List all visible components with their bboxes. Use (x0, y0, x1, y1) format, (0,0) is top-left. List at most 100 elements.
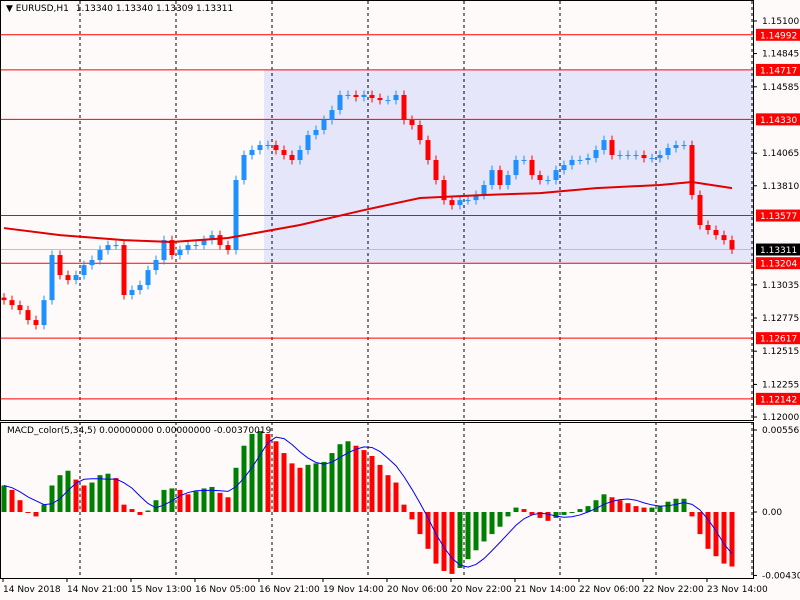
candle (65, 270, 71, 285)
macd-pane-frame (0, 422, 754, 579)
candle-body (417, 124, 423, 141)
time-tick-label: 14 Nov 21:00 (67, 585, 128, 595)
macd-tick-label: 0.005565 (762, 426, 800, 436)
candle (257, 140, 263, 155)
rectangle-zone (264, 69, 753, 264)
candle-body (385, 100, 391, 102)
candle-body (233, 180, 239, 251)
macd-histogram-bar (513, 507, 519, 512)
macd-histogram-bar (225, 497, 231, 512)
level-price-label: 1.12142 (760, 395, 797, 405)
macd-histogram-bar (113, 478, 119, 512)
candle (89, 255, 95, 270)
candle (17, 300, 23, 315)
macd-histogram-bar (177, 489, 183, 512)
macd-histogram-bar (473, 512, 479, 551)
candle (193, 240, 199, 250)
candle-body (289, 155, 295, 160)
candle-body (457, 200, 463, 206)
price-tick-label: 1.14585 (762, 83, 799, 93)
macd-histogram-bar (673, 498, 679, 512)
macd-histogram-bar (625, 503, 631, 512)
candle-body (161, 240, 167, 261)
candle (129, 285, 135, 300)
macd-histogram-bar (233, 467, 239, 512)
macd-histogram-bar (153, 500, 159, 512)
macd-histogram-bar (657, 506, 663, 512)
time-tick-label: 14 Nov 2018 (3, 585, 61, 595)
candle-body (305, 135, 311, 151)
candle-body (177, 250, 183, 256)
candle (145, 265, 151, 290)
candle-body (681, 145, 687, 147)
candle (41, 295, 47, 330)
candle-body (9, 300, 15, 306)
candle (25, 305, 31, 325)
candle-body (217, 235, 223, 246)
candle-body (433, 159, 439, 181)
macd-histogram-bar (161, 489, 167, 512)
candle-body (713, 229, 719, 236)
candle-body (113, 245, 119, 247)
candle-body (569, 159, 575, 166)
price-tick-label: 1.14065 (762, 149, 799, 159)
macd-histogram-bar (521, 509, 527, 512)
macd-histogram-bar (305, 464, 311, 512)
macd-histogram-bar (201, 488, 207, 512)
candle-body (449, 200, 455, 206)
candle-body (145, 270, 151, 286)
time-tick-label: 16 Nov 21:00 (259, 585, 320, 595)
time-tick-label: 22 Nov 22:00 (643, 585, 704, 595)
macd-histogram-bar (297, 467, 303, 512)
macd-histogram-bar (497, 512, 503, 527)
macd-histogram-bar (649, 507, 655, 512)
candle-body (481, 185, 487, 195)
level-price-label: 1.14330 (760, 116, 797, 126)
candle-body (265, 145, 271, 147)
candle (689, 140, 695, 200)
candle (401, 90, 407, 125)
macd-histogram-bar (57, 475, 63, 512)
candle-body (529, 159, 535, 176)
macd-histogram-bar (577, 509, 583, 512)
macd-histogram-bar (401, 504, 407, 512)
level-price-label: 1.14992 (760, 31, 797, 41)
macd-histogram-bar (145, 510, 151, 512)
candle (105, 240, 111, 255)
candle-body (361, 94, 367, 98)
macd-histogram-bar (337, 444, 343, 512)
time-tick-label: 22 Nov 06:00 (579, 585, 640, 595)
macd-histogram-bar (65, 470, 71, 512)
candle-body (193, 245, 199, 247)
macd-histogram-bar (17, 500, 23, 512)
macd-histogram-bar (593, 500, 599, 512)
candle (33, 315, 39, 330)
macd-histogram-bar (249, 433, 255, 512)
candle-body (321, 120, 327, 130)
candle-body (329, 110, 335, 120)
candle-body (705, 225, 711, 230)
candle-body (585, 158, 591, 160)
candle (153, 255, 159, 275)
macd-histogram-bar (417, 512, 423, 535)
candle-body (409, 120, 415, 125)
candle-body (465, 200, 471, 202)
candle-body (97, 250, 103, 261)
time-tick-label: 15 Nov 13:00 (131, 585, 192, 595)
candle (697, 190, 703, 230)
triangle-down-icon[interactable]: ▼ (6, 4, 13, 14)
candle (9, 295, 15, 310)
candle-body (153, 260, 159, 271)
level-price-label: 1.13204 (760, 260, 797, 270)
candle-body (377, 98, 383, 101)
macd-histogram-bar (289, 463, 295, 512)
chart-canvas[interactable]: 1.15100 1.14845 1.14585 1.14065 1.13810 1.130… (0, 0, 800, 600)
ohlc-values: 1.13340 1.13340 1.13309 1.13311 (75, 4, 234, 14)
macd-histogram-bar (377, 464, 383, 512)
candle (225, 240, 231, 255)
macd-histogram-bar (601, 494, 607, 512)
macd-histogram-bar (217, 492, 223, 512)
macd-histogram-bar (81, 485, 87, 512)
macd-histogram-bar (505, 512, 511, 517)
price-tick-label: 1.14845 (762, 50, 799, 60)
